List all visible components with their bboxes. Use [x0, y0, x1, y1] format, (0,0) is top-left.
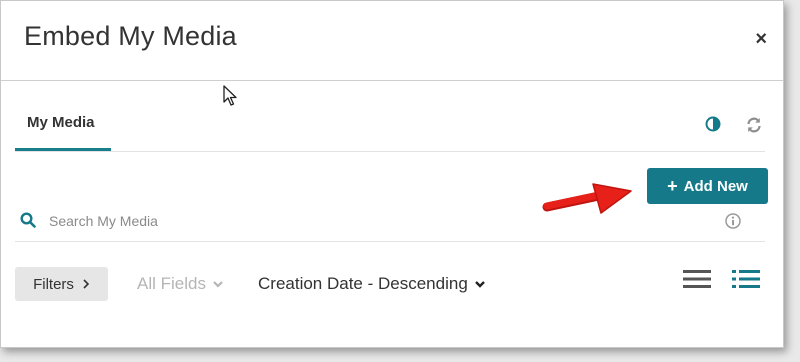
- tab-my-media[interactable]: My Media: [15, 105, 111, 151]
- list-view-icon[interactable]: [683, 269, 711, 289]
- add-new-button[interactable]: + Add New: [647, 168, 768, 204]
- dialog-header: Embed My Media ×: [1, 1, 783, 81]
- fields-dropdown-label: All Fields: [137, 274, 206, 293]
- search-icon: [20, 212, 36, 228]
- search-input[interactable]: [47, 209, 651, 233]
- sort-dropdown[interactable]: Creation Date - Descending: [258, 274, 486, 294]
- detail-view-icon[interactable]: [732, 269, 760, 289]
- chevron-down-icon: [213, 281, 223, 288]
- contrast-icon[interactable]: [705, 116, 721, 132]
- search-bar: [15, 201, 765, 242]
- chevron-down-icon: [474, 281, 485, 288]
- tab-label: My Media: [27, 114, 95, 131]
- refresh-icon[interactable]: [745, 116, 763, 134]
- tab-bar: My Media: [15, 105, 765, 152]
- dialog-title: Embed My Media: [24, 21, 237, 51]
- add-new-label: Add New: [683, 177, 748, 195]
- close-button[interactable]: ×: [755, 27, 767, 51]
- chevron-right-icon: [83, 279, 90, 289]
- info-icon[interactable]: [725, 213, 741, 229]
- sort-dropdown-label: Creation Date - Descending: [258, 274, 468, 293]
- embed-media-dialog: Embed My Media × My Media + Add New Sear…: [0, 0, 784, 348]
- fields-dropdown[interactable]: All Fields: [137, 274, 224, 294]
- filters-label: Filters: [33, 275, 74, 293]
- mouse-cursor-icon: [223, 85, 237, 106]
- plus-icon: +: [667, 176, 678, 196]
- filters-button[interactable]: Filters: [15, 267, 108, 301]
